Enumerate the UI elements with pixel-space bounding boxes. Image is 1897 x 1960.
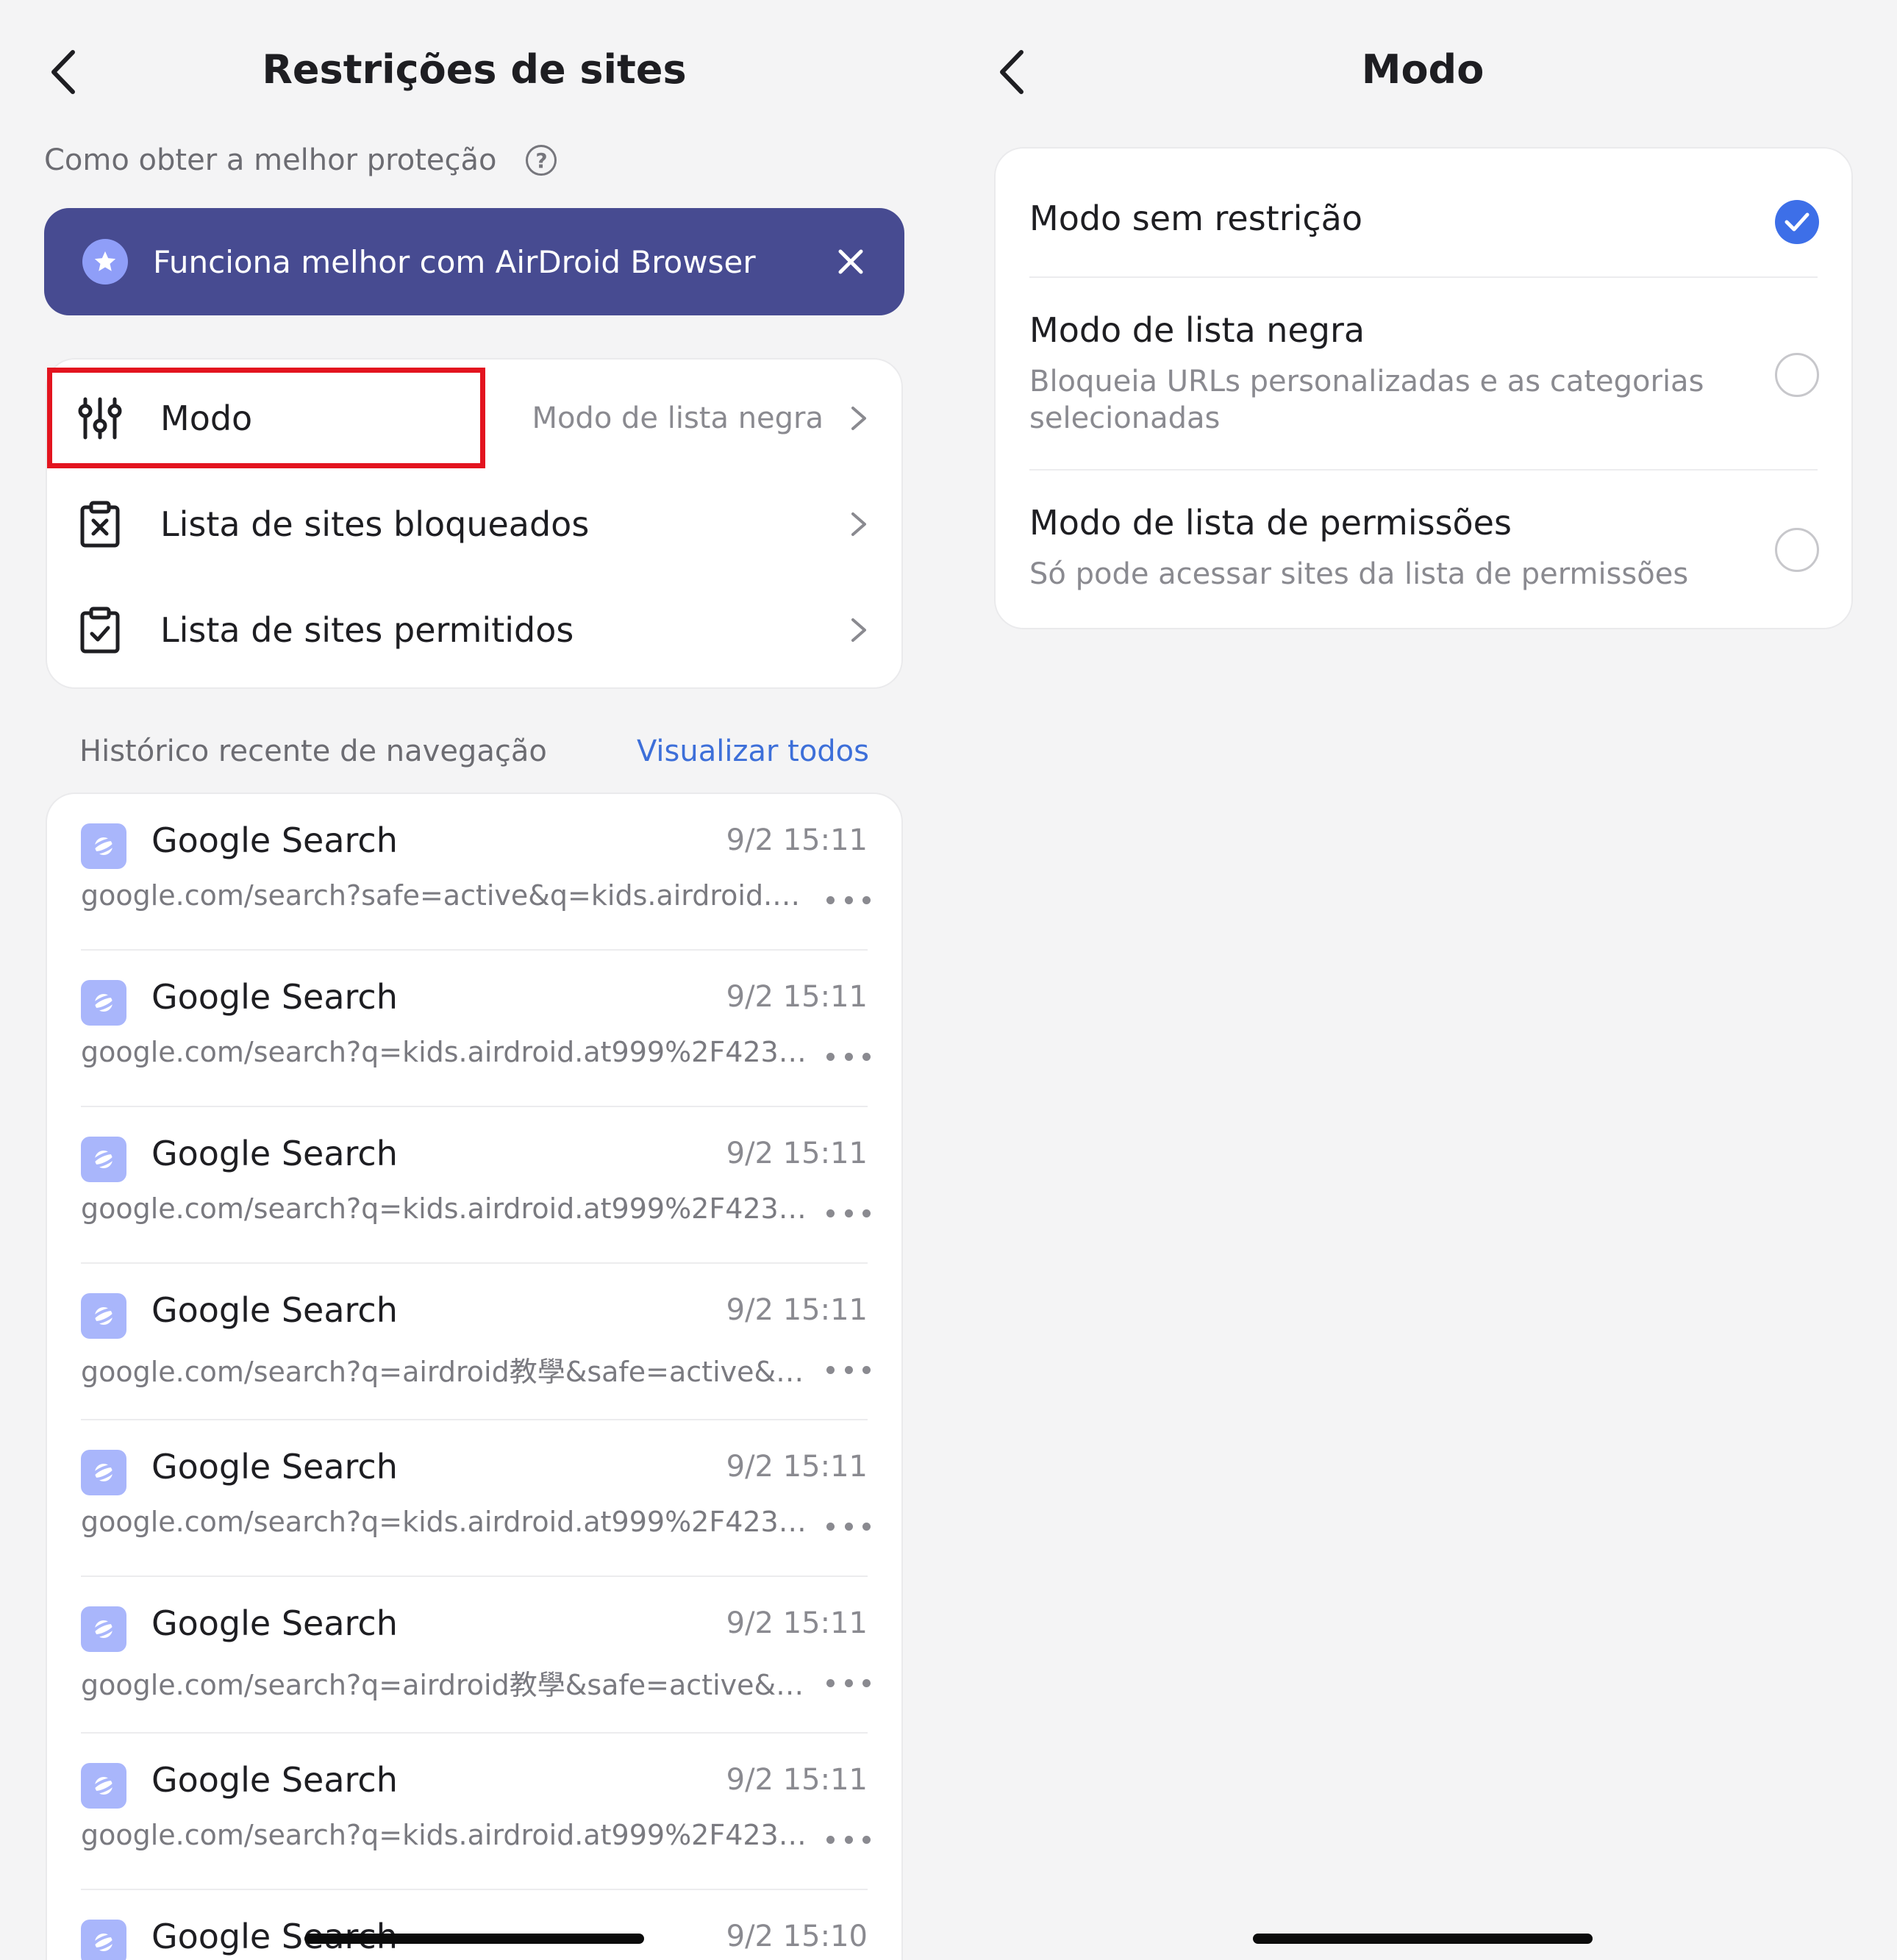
mode-option-unrestricted[interactable]: Modo sem restrição xyxy=(996,149,1851,278)
close-icon[interactable] xyxy=(828,239,874,285)
history-item-url: google.com/search?q=airdroid教學&safe=acti… xyxy=(81,1356,816,1388)
history-title: Histórico recente de navegação xyxy=(79,734,547,768)
more-dots-icon[interactable] xyxy=(826,1042,871,1071)
protection-help-label: Como obter a melhor proteção xyxy=(44,143,497,177)
checkmark-icon xyxy=(1785,212,1810,232)
browser-favicon-icon xyxy=(81,1450,126,1495)
radio-unchecked[interactable] xyxy=(1775,528,1819,572)
site-restrictions-screen: Restrições de sites Como obter a melhor … xyxy=(0,0,948,1960)
mode-option-description: Bloqueia URLs personalizadas e as catego… xyxy=(1029,365,1704,435)
mode-value: Modo de lista negra xyxy=(532,401,824,435)
view-all-link[interactable]: Visualizar todos xyxy=(637,734,869,768)
mode-option-blacklist[interactable]: Modo de lista negra Bloqueia URLs person… xyxy=(996,278,1851,471)
browser-favicon-icon xyxy=(81,823,126,869)
history-item-url: google.com/search?q=kids.airdroid.at999%… xyxy=(81,1192,816,1225)
more-dots-icon[interactable] xyxy=(826,1198,871,1228)
browser-favicon-icon xyxy=(81,1920,126,1960)
more-dots-icon[interactable] xyxy=(826,1668,871,1698)
history-item-title: Google Search xyxy=(151,1134,398,1173)
mode-option-description: Só pode acessar sites da lista de permis… xyxy=(1029,557,1689,591)
browser-banner[interactable]: Funciona melhor com AirDroid Browser xyxy=(44,208,904,315)
mode-screen: Modo Modo sem restrição Modo de lista ne… xyxy=(948,0,1897,1960)
history-item[interactable]: Google Search 9/2 15:11 google.com/search?… xyxy=(47,1577,901,1734)
allowed-sites-menu-item[interactable]: Lista de sites permitidos xyxy=(47,577,901,683)
history-item-title: Google Search xyxy=(151,1290,398,1330)
mode-label: Modo xyxy=(160,398,253,438)
page-title: Modo xyxy=(1361,46,1485,93)
home-indicator[interactable] xyxy=(304,1934,644,1944)
browser-favicon-icon xyxy=(81,1137,126,1182)
clipboard-x-icon xyxy=(80,501,120,548)
history-item-url-row: google.com/search?q=kids.airdroid.at999%… xyxy=(81,1036,846,1068)
history-item-time: 9/2 15:11 xyxy=(726,980,868,1014)
history-item-title: Google Search xyxy=(151,820,398,860)
mode-option-title: Modo de lista de permissões xyxy=(1029,503,1512,543)
history-item-title: Google Search xyxy=(151,1760,398,1800)
history-item[interactable]: Google Search 9/2 15:11 google.com/search?… xyxy=(47,1734,901,1890)
browser-favicon-icon xyxy=(81,1763,126,1809)
chevron-right-icon xyxy=(851,618,866,642)
history-item-url-row: google.com/search?q=kids.airdroid.at999%… xyxy=(81,1506,846,1538)
browser-favicon-icon xyxy=(81,1293,126,1339)
mode-options-card: Modo sem restrição Modo de lista negra B… xyxy=(994,147,1853,629)
browser-favicon-icon xyxy=(81,1606,126,1652)
history-item-url: google.com/search?q=kids.airdroid.at999%… xyxy=(81,1819,816,1851)
sliders-icon xyxy=(78,397,122,440)
history-item-time: 9/2 15:11 xyxy=(726,1450,868,1484)
history-item[interactable]: Google Search 9/2 15:10 xyxy=(47,1890,901,1960)
history-item-time: 9/2 15:11 xyxy=(726,1763,868,1797)
more-dots-icon[interactable] xyxy=(826,885,871,915)
history-item-url: google.com/search?q=kids.airdroid.at999%… xyxy=(81,1036,816,1068)
history-item-time: 9/2 15:11 xyxy=(726,823,868,857)
mode-menu-item[interactable]: Modo Modo de lista negra xyxy=(47,365,901,471)
more-dots-icon[interactable] xyxy=(826,1825,871,1854)
history-item[interactable]: Google Search 9/2 15:11 google.com/search?… xyxy=(47,1420,901,1577)
page-title: Restrições de sites xyxy=(262,46,687,93)
history-item-url: google.com/search?q=airdroid教學&safe=acti… xyxy=(81,1669,816,1701)
history-item-time: 9/2 15:10 xyxy=(726,1920,868,1953)
history-item[interactable]: Google Search 9/2 15:11 google.com/search?… xyxy=(47,794,901,951)
blocked-sites-menu-item[interactable]: Lista de sites bloqueados xyxy=(47,471,901,577)
history-item-url: google.com/search?safe=active&q=kids.air… xyxy=(81,879,816,912)
question-circle-icon[interactable]: ? xyxy=(526,145,557,176)
settings-card: Modo Modo de lista negra Lista de sites … xyxy=(46,358,903,689)
star-icon xyxy=(82,239,128,285)
history-item-url-row: google.com/search?q=kids.airdroid.at999%… xyxy=(81,1192,846,1225)
browser-favicon-icon xyxy=(81,980,126,1026)
radio-unchecked[interactable] xyxy=(1775,353,1819,397)
history-list: Google Search 9/2 15:11 google.com/search?… xyxy=(46,793,903,1960)
history-item[interactable]: Google Search 9/2 15:11 google.com/search?… xyxy=(47,1107,901,1264)
history-item-title: Google Search xyxy=(151,1447,398,1487)
history-item-url-row: google.com/search?q=kids.airdroid.at999%… xyxy=(81,1819,846,1851)
history-item-time: 9/2 15:11 xyxy=(726,1137,868,1170)
more-dots-icon[interactable] xyxy=(826,1512,871,1541)
banner-text: Funciona melhor com AirDroid Browser xyxy=(153,243,756,280)
history-item-time: 9/2 15:11 xyxy=(726,1293,868,1327)
mode-option-allowlist[interactable]: Modo de lista de permissões Só pode aces… xyxy=(996,471,1851,629)
mode-option-title: Modo de lista negra xyxy=(1029,310,1365,350)
history-item-time: 9/2 15:11 xyxy=(726,1606,868,1640)
mode-option-title: Modo sem restrição xyxy=(1029,198,1363,238)
chevron-right-icon xyxy=(851,407,866,430)
clipboard-check-icon xyxy=(80,607,120,654)
history-item-title: Google Search xyxy=(151,977,398,1017)
radio-checked[interactable] xyxy=(1775,200,1819,244)
history-item-title: Google Search xyxy=(151,1603,398,1643)
more-dots-icon[interactable] xyxy=(826,1355,871,1384)
chevron-right-icon xyxy=(851,512,866,536)
history-item-url-row: google.com/search?q=airdroid教學&safe=acti… xyxy=(81,1662,846,1703)
blocked-sites-label: Lista de sites bloqueados xyxy=(160,504,590,544)
allowed-sites-label: Lista de sites permitidos xyxy=(160,610,574,650)
history-item-url: google.com/search?q=kids.airdroid.at999%… xyxy=(81,1506,816,1538)
home-indicator[interactable] xyxy=(1253,1934,1593,1944)
history-item[interactable]: Google Search 9/2 15:11 google.com/search?… xyxy=(47,1264,901,1420)
history-item-url-row: google.com/search?q=airdroid教學&safe=acti… xyxy=(81,1349,846,1389)
history-item-url-row: google.com/search?safe=active&q=kids.air… xyxy=(81,879,846,912)
history-header: Histórico recente de navegação Visualiza… xyxy=(79,728,869,775)
history-item[interactable]: Google Search 9/2 15:11 google.com/search?… xyxy=(47,951,901,1107)
protection-help-row[interactable]: Como obter a melhor proteção ? xyxy=(44,138,557,182)
